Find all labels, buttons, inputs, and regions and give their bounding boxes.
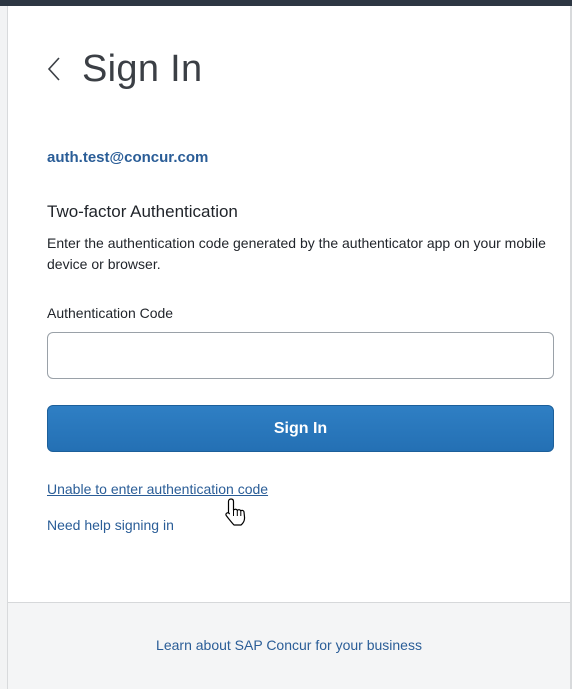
chevron-left-icon[interactable] <box>46 49 68 89</box>
hand-pointer-icon <box>223 497 249 529</box>
unable-to-enter-code-link[interactable]: Unable to enter authentication code <box>47 481 268 497</box>
two-factor-description: Enter the authentication code generated … <box>47 235 546 272</box>
page-header: Sign In <box>46 44 202 94</box>
footer: Learn about SAP Concur for your business <box>8 603 570 689</box>
sign-in-page: Sign In auth.test@concur.com Two-factor … <box>0 0 572 689</box>
left-edge <box>0 6 8 689</box>
account-email: auth.test@concur.com <box>47 149 209 166</box>
page-title: Sign In <box>82 47 203 90</box>
authentication-code-input[interactable] <box>47 332 554 379</box>
authentication-code-label: Authentication Code <box>47 305 174 321</box>
two-factor-heading: Two-factor Authentication <box>47 202 238 221</box>
need-help-link[interactable]: Need help signing in <box>47 517 174 533</box>
top-bar <box>0 0 572 6</box>
learn-about-concur-link[interactable]: Learn about SAP Concur for your business <box>156 637 422 653</box>
sign-in-button[interactable]: Sign In <box>47 405 554 452</box>
